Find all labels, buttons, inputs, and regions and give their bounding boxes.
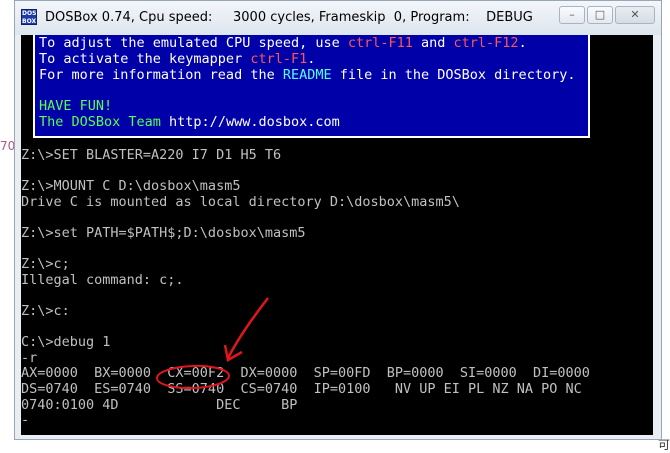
terminal-line: Z:\>set PATH=$PATH$;D:\dosbox\masm5 <box>21 225 306 241</box>
terminal-line: Illegal command: c;. <box>21 271 184 288</box>
background-link-fragment[interactable]: 70 <box>0 139 15 153</box>
terminal-line: Z:\>MOUNT C D:\dosbox\masm5 <box>21 178 241 195</box>
background-page-right: 可 <box>658 0 670 453</box>
welcome-banner: To adjust the emulated CPU speed, use ct… <box>33 35 590 138</box>
terminal-line: Z:\>c; <box>21 256 70 273</box>
terminal-line: - <box>21 412 30 429</box>
terminal-line: C:\>debug 1 <box>21 334 111 351</box>
banner-line-readme: For more information read the README fil… <box>39 67 576 83</box>
terminal-line: Z:\>c: <box>21 303 70 319</box>
minimize-button[interactable]: – <box>559 6 585 24</box>
background-page-left: 70 <box>0 0 15 453</box>
terminal-line: 0740:0100 4D DEC BP <box>21 396 298 413</box>
terminal-line: DS=0740 ES=0740 SS=0740 CS=0740 IP=0100 … <box>21 381 582 397</box>
dos-console[interactable]: To adjust the emulated CPU speed, use ct… <box>21 35 653 435</box>
terminal-line: -r <box>21 349 38 366</box>
banner-line-cpu-speed: To adjust the emulated CPU speed, use ct… <box>39 35 527 51</box>
banner-team-line: The DOSBox Team http://www.dosbox.com <box>39 114 340 130</box>
terminal-line: Z:\>SET BLASTER=A220 I7 D1 H5 T6 <box>21 147 282 163</box>
window-title: DOSBox 0.74, Cpu speed: 3000 cycles, Fra… <box>45 10 533 25</box>
dosbox-app-icon[interactable]: DOS BOX <box>21 9 37 25</box>
banner-have-fun: HAVE FUN! <box>39 98 113 114</box>
terminal-line: Drive C is mounted as local directory D:… <box>21 193 460 210</box>
terminal-line: AX=0000 BX=0000 CX=00F2 DX=0000 SP=00FD … <box>21 365 590 382</box>
maximize-button[interactable]: □ <box>587 6 613 24</box>
banner-line-keymapper: To activate the keymapper ctrl-F1. <box>39 51 316 67</box>
close-button[interactable]: ✕ <box>615 6 655 24</box>
title-bar[interactable]: DOS BOX DOSBox 0.74, Cpu speed: 3000 cyc… <box>15 1 661 35</box>
dosbox-window: DOS BOX DOSBox 0.74, Cpu speed: 3000 cyc… <box>14 0 662 440</box>
